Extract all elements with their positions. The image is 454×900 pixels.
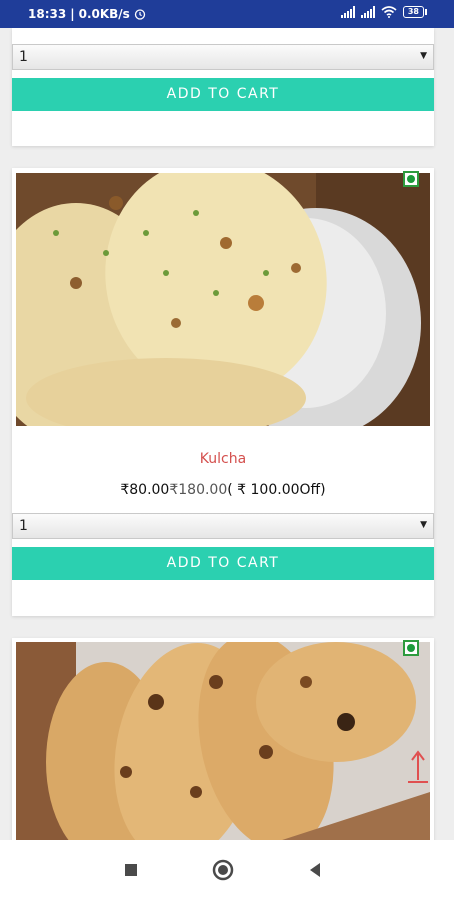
product-list[interactable]: 1 ▼ ADD TO CART Kulcha ₹80.00₹180.00(₹ … [0,28,454,840]
add-to-cart-button[interactable]: ADD TO CART [12,78,434,111]
add-to-cart-button[interactable]: ADD TO CART [12,547,434,580]
discount-text: ( ₹ 100.00Off) [227,482,326,498]
original-price: ₹180.00 [169,482,228,498]
product-image-naan[interactable] [16,642,430,840]
dropdown-arrow-icon: ▼ [420,520,427,530]
product-price: ₹80.00₹180.00( ₹ 100.00Off) [12,482,434,498]
home-button[interactable] [211,858,235,882]
network-speed: 0.0KB/s [78,7,130,21]
alarm-icon [134,9,145,20]
product-name[interactable]: Kulcha [12,451,434,467]
recent-apps-button[interactable] [119,858,143,882]
signal-icon [340,6,355,18]
status-time: 18:33 [28,7,67,21]
scroll-to-top-icon[interactable] [406,746,430,786]
dropdown-arrow-icon: ▼ [420,51,427,61]
quantity-select[interactable]: 1 ▼ [12,513,434,539]
signal-icon-2 [360,6,375,18]
wifi-icon [381,6,397,18]
veg-indicator-icon [403,640,419,656]
product-image-kulcha[interactable] [16,173,430,426]
sale-price: ₹80.00 [120,482,170,498]
back-button[interactable] [303,858,327,882]
battery-icon: 38 [402,6,428,18]
quantity-select[interactable]: 1 ▼ [12,44,434,70]
veg-indicator-icon [403,171,419,187]
navigation-bar [0,840,454,900]
status-bar: 18:33 | 0.0KB/s 38 [0,0,454,28]
